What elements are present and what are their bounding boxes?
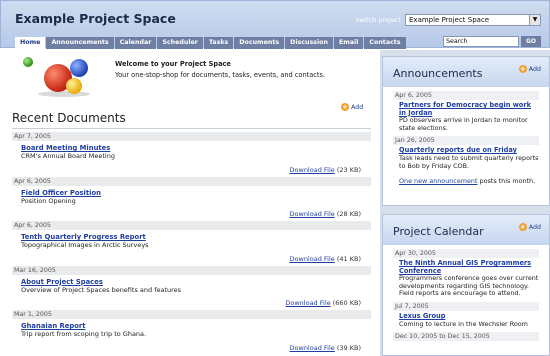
recent-documents-heading: Recent Documents bbox=[12, 111, 126, 125]
document-item: Apr 6, 2005 Tenth Quarterly Progress Rep… bbox=[12, 221, 371, 266]
project-title: Example Project Space bbox=[15, 11, 176, 26]
add-event-button[interactable]: + Add bbox=[518, 223, 541, 231]
file-size: (41 KB) bbox=[336, 254, 361, 263]
new-announcement-note: One new announcement posts this month. bbox=[399, 177, 539, 186]
document-date: Apr 6, 2005 bbox=[12, 221, 371, 230]
document-description: CRM's Annual Board Meeting bbox=[21, 152, 115, 160]
announcements-panel: Announcements + Add Apr 6, 2005 Partners… bbox=[382, 56, 550, 206]
download-file-link[interactable]: Download File bbox=[290, 255, 335, 263]
calendar-panel: Project Calendar + Add Apr 30, 2005 The … bbox=[382, 214, 550, 356]
tab-email[interactable]: Email bbox=[333, 37, 364, 49]
document-list: Apr 7, 2005 Board Meeting Minutes CRM's … bbox=[12, 132, 371, 355]
document-item: Apr 6, 2005 Field Officer Position Posit… bbox=[12, 176, 371, 222]
document-description: Overview of Project Spaces benefits and … bbox=[21, 285, 182, 294]
event-date: Apr 30, 2005 bbox=[393, 249, 539, 258]
document-title-link[interactable]: Ghanaian Report bbox=[21, 322, 371, 330]
file-size: (660 KB) bbox=[332, 299, 361, 307]
project-switcher: switch project Example Project Space ▼ bbox=[356, 14, 541, 26]
welcome-subtitle: Your one-stop-shop for documents, tasks,… bbox=[115, 71, 326, 79]
file-size: (28 KB) bbox=[336, 210, 361, 218]
download-info: Download File (23 KB) bbox=[290, 166, 361, 174]
project-select[interactable]: Example Project Space ▼ bbox=[405, 14, 541, 26]
divider bbox=[12, 128, 371, 129]
event-date: Jul 7, 2005 bbox=[393, 301, 539, 311]
download-info: Download File (41 KB) bbox=[290, 255, 361, 263]
announcements-heading: Announcements bbox=[393, 67, 483, 80]
right-sidebar: Announcements + Add Apr 6, 2005 Partners… bbox=[380, 50, 550, 356]
tab-calendar[interactable]: Calendar bbox=[114, 37, 157, 49]
document-description: Topographical Images in Arctic Surveys bbox=[21, 241, 149, 249]
welcome-title: Welcome to your Project Space bbox=[115, 60, 231, 68]
calendar-heading: Project Calendar bbox=[393, 225, 484, 238]
document-item: Apr 7, 2005 Board Meeting Minutes CRM's … bbox=[12, 132, 371, 177]
tab-home[interactable]: Home bbox=[15, 37, 46, 49]
download-file-link[interactable]: Download File bbox=[290, 344, 335, 352]
document-title-link[interactable]: Board Meeting Minutes bbox=[21, 144, 371, 152]
welcome-spheres-icon bbox=[23, 57, 90, 97]
announcement-title-link[interactable]: Partners for Democracy begin work in Jor… bbox=[399, 101, 539, 117]
new-announcement-suffix: posts this month. bbox=[477, 177, 536, 186]
download-info: Download File (39 KB) bbox=[290, 344, 361, 352]
announcement-text: Task leads need to submit quarterly repo… bbox=[399, 153, 539, 170]
add-event-label: Add bbox=[528, 223, 541, 231]
document-item: Mar 1, 2005 Ghanaian Report Trip report … bbox=[12, 310, 371, 355]
tab-discussion[interactable]: Discussion bbox=[285, 37, 333, 49]
document-date: Apr 6, 2005 bbox=[12, 176, 371, 186]
document-title-link[interactable]: Field Officer Position bbox=[21, 189, 371, 197]
document-description: Trip report from scoping trip to Ghana. bbox=[21, 330, 147, 338]
event-text: Programmers conference goes over current… bbox=[399, 274, 539, 298]
switch-project-label: switch project bbox=[355, 16, 401, 24]
event-title-link[interactable]: The Ninth Annual GIS Programmers Confere… bbox=[399, 259, 539, 275]
announcements-header: Announcements + Add bbox=[383, 57, 549, 87]
file-size: (39 KB) bbox=[336, 343, 361, 352]
event-date: Dec 10, 2005 to Dec 15, 2005 bbox=[393, 332, 539, 342]
tab-tasks[interactable]: Tasks bbox=[203, 37, 234, 49]
add-document-label: Add bbox=[351, 103, 364, 111]
add-announcement-button[interactable]: + Add bbox=[518, 65, 541, 73]
download-info: Download File (28 KB) bbox=[290, 210, 361, 218]
plus-icon: + bbox=[518, 65, 527, 73]
event-text: Coming to lecture in the Wechsler Room bbox=[399, 319, 528, 328]
document-date: Mar 1, 2005 bbox=[12, 310, 371, 319]
announcement-text: PD observers arrive in Jordan to monitor… bbox=[399, 116, 528, 132]
add-document-button[interactable]: + Add bbox=[341, 103, 363, 111]
project-header: Example Project Space switch project Exa… bbox=[0, 0, 550, 49]
document-date: Mar 16, 2005 bbox=[12, 265, 371, 275]
tab-contacts[interactable]: Contacts bbox=[364, 37, 406, 49]
plus-icon: + bbox=[518, 223, 527, 231]
document-title-link[interactable]: Tenth Quarterly Progress Report bbox=[21, 233, 371, 241]
download-file-link[interactable]: Download File bbox=[290, 210, 335, 218]
document-item: Mar 16, 2005 About Project Spaces Overvi… bbox=[12, 265, 371, 311]
search-go-button[interactable]: GO bbox=[521, 36, 541, 47]
download-info: Download File (660 KB) bbox=[285, 299, 361, 307]
document-title-link[interactable]: About Project Spaces bbox=[21, 278, 371, 286]
tab-documents[interactable]: Documents bbox=[234, 37, 285, 49]
search-bar: Search GO bbox=[443, 36, 541, 47]
announcement-date: Jan 26, 2005 bbox=[393, 136, 539, 146]
add-announcement-label: Add bbox=[528, 65, 541, 73]
calendar-header: Project Calendar + Add bbox=[383, 215, 549, 245]
document-description: Position Opening bbox=[21, 196, 76, 205]
download-file-link[interactable]: Download File bbox=[290, 166, 335, 174]
download-file-link[interactable]: Download File bbox=[285, 299, 330, 307]
tab-scheduler[interactable]: Scheduler bbox=[157, 37, 203, 49]
plus-icon: + bbox=[341, 103, 349, 111]
chevron-down-icon: ▼ bbox=[529, 15, 540, 25]
new-announcement-link[interactable]: One new announcement bbox=[399, 177, 477, 185]
main-tabs: Home Announcements Calendar Scheduler Ta… bbox=[15, 37, 406, 49]
file-size: (23 KB) bbox=[336, 165, 361, 174]
project-select-value: Example Project Space bbox=[409, 16, 490, 24]
announcement-date: Apr 6, 2005 bbox=[393, 91, 539, 100]
document-date: Apr 7, 2005 bbox=[12, 132, 371, 141]
tab-announcements[interactable]: Announcements bbox=[46, 37, 114, 49]
search-input[interactable]: Search bbox=[443, 36, 519, 47]
